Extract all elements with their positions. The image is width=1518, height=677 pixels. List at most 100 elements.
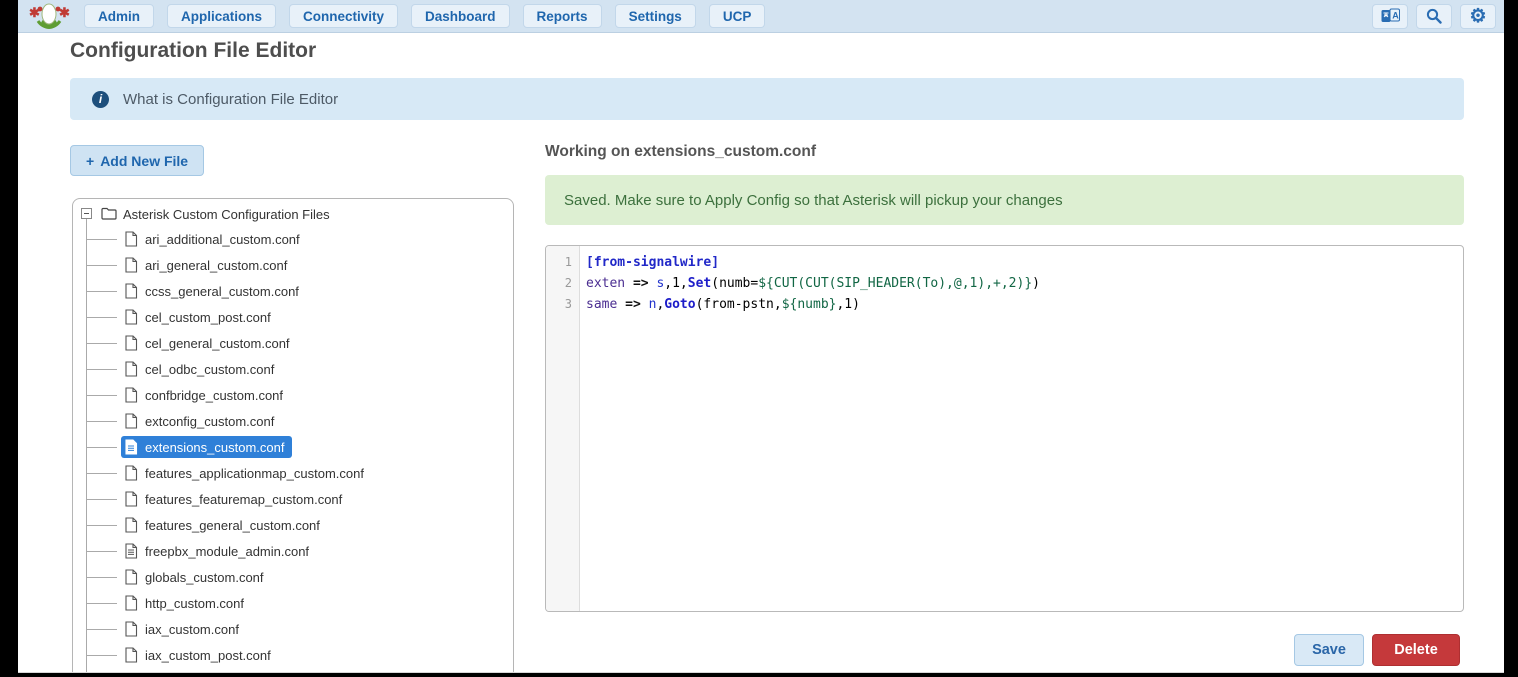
file-icon [124,621,138,637]
nav-item-admin[interactable]: Admin [84,4,154,28]
freepbx-logo-icon[interactable]: ✱ ✱ [28,1,70,31]
nav-item-settings[interactable]: Settings [615,4,696,28]
tree-item-label: globals_custom.conf [145,570,264,585]
tree-item-pill: iax_custom_post.conf [121,644,279,666]
tree-item-pill: features_featuremap_custom.conf [121,488,350,510]
tree-item-pill: ccss_general_custom.conf [121,280,307,302]
tree-item-label: extconfig_custom.conf [145,414,274,429]
code-text-area[interactable]: [from-signalwire]exten => s,1,Set(numb=$… [580,246,1463,611]
line-number: 2 [546,276,579,297]
tree-item-features_general_custom.conf[interactable]: features_general_custom.conf [73,512,513,538]
tree-item-label: ari_general_custom.conf [145,258,287,273]
editor-actions: Save Delete [545,634,1460,666]
tree-item-label: cel_custom_post.conf [145,310,271,325]
file-icon [124,491,138,507]
tree-item-pill: cel_odbc_custom.conf [121,358,282,380]
nav-item-dashboard[interactable]: Dashboard [411,4,510,28]
tree-item-pill: http_custom.conf [121,592,252,614]
tree-item-ari_general_custom.conf[interactable]: ari_general_custom.conf [73,252,513,278]
tree-item-pill: ari_general_custom.conf [121,254,295,276]
tree-item-pill: confbridge_custom.conf [121,384,291,406]
tree-item-pill: globals_custom.conf [121,566,272,588]
tree-item-cel_custom_post.conf[interactable]: cel_custom_post.conf [73,304,513,330]
svg-text:A: A [1392,11,1399,21]
file-icon [124,231,138,247]
info-icon: i [92,91,109,108]
tree-item-label: ari_additional_custom.conf [145,232,300,247]
tree-item-confbridge_custom.conf[interactable]: confbridge_custom.conf [73,382,513,408]
file-text-icon [124,439,138,455]
collapse-expander-icon[interactable] [81,208,92,219]
saved-alert: Saved. Make sure to Apply Config so that… [545,175,1464,225]
line-number: 1 [546,255,579,276]
nav-utility-icons: A ⚙ [1372,4,1496,29]
tree-item-ccss_general_custom.conf[interactable]: ccss_general_custom.conf [73,278,513,304]
file-icon [124,595,138,611]
tree-item-label: confbridge_custom.conf [145,388,283,403]
add-new-file-button[interactable]: + Add New File [70,145,204,176]
tree-item-label: extensions_custom.conf [145,440,284,455]
tree-item-extconfig_custom.conf[interactable]: extconfig_custom.conf [73,408,513,434]
file-icon [124,387,138,403]
tree-item-cel_odbc_custom.conf[interactable]: cel_odbc_custom.conf [73,356,513,382]
delete-button[interactable]: Delete [1372,634,1460,666]
tree-item-globals_custom.conf[interactable]: globals_custom.conf [73,564,513,590]
tree-item-ari_additional_custom.conf[interactable]: ari_additional_custom.conf [73,226,513,252]
bottom-divider [18,672,1504,673]
code-line: exten => s,1,Set(numb=${CUT(CUT(SIP_HEAD… [586,276,1463,297]
save-button[interactable]: Save [1294,634,1364,666]
tree-item-features_featuremap_custom.conf[interactable]: features_featuremap_custom.conf [73,486,513,512]
nav-item-ucp[interactable]: UCP [709,4,766,28]
tree-item-iax_custom.conf[interactable]: iax_custom.conf [73,616,513,642]
tree-item-cel_general_custom.conf[interactable]: cel_general_custom.conf [73,330,513,356]
help-banner-label: What is Configuration File Editor [123,91,338,108]
app-window: ✱ ✱ Admin Applications Connectivity Dashboa… [18,0,1504,673]
code-line: same => n,Goto(from-pstn,${numb},1) [586,297,1463,318]
tree-item-extensions_custom.conf[interactable]: extensions_custom.conf [73,434,513,460]
tree-item-pill: extconfig_custom.conf [121,410,282,432]
tree-item-label: freepbx_module_admin.conf [145,544,309,559]
nav-item-applications[interactable]: Applications [167,4,276,28]
tree-item-iax_custom_post.conf[interactable]: iax_custom_post.conf [73,642,513,668]
file-icon [124,335,138,351]
line-number-gutter: 123 [546,246,580,611]
nav-menu: Admin Applications Connectivity Dashboard Re… [84,4,765,28]
file-icon [124,517,138,533]
config-file-tree-panel: Asterisk Custom Configuration Files ari_… [72,198,514,673]
tree-item-pill: cel_custom_post.conf [121,306,279,328]
file-icon [124,569,138,585]
tree-item-pill: extensions_custom.conf [121,436,292,458]
translate-icon[interactable]: A [1372,4,1408,29]
file-icon [124,465,138,481]
tree-item-pill: cel_general_custom.conf [121,332,298,354]
tree-root-node[interactable]: Asterisk Custom Configuration Files [73,202,513,226]
file-icon [124,413,138,429]
top-navbar: ✱ ✱ Admin Applications Connectivity Dashboa… [18,0,1504,33]
search-icon[interactable] [1416,4,1452,29]
plus-icon: + [86,153,94,169]
tree-item-features_applicationmap_custom.conf[interactable]: features_applicationmap_custom.conf [73,460,513,486]
file-icon [124,361,138,377]
tree-item-label: features_featuremap_custom.conf [145,492,342,507]
saved-alert-text: Saved. Make sure to Apply Config so that… [564,192,1063,209]
tree-item-http_custom.conf[interactable]: http_custom.conf [73,590,513,616]
tree-item-label: features_applicationmap_custom.conf [145,466,364,481]
tree-item-pill: ari_additional_custom.conf [121,228,308,250]
code-line: [from-signalwire] [586,255,1463,276]
help-banner[interactable]: i What is Configuration File Editor [70,78,1464,120]
tree-item-freepbx_module_admin.conf[interactable]: freepbx_module_admin.conf [73,538,513,564]
tree-item-label: cel_general_custom.conf [145,336,290,351]
nav-item-connectivity[interactable]: Connectivity [289,4,398,28]
svg-text:✱: ✱ [59,5,70,20]
nav-item-reports[interactable]: Reports [523,4,602,28]
tree-item-label: features_general_custom.conf [145,518,320,533]
gear-icon[interactable]: ⚙ [1460,4,1496,29]
file-icon [124,257,138,273]
svg-text:✱: ✱ [29,5,40,20]
tree-item-pill: features_applicationmap_custom.conf [121,462,372,484]
tree-item-label: ccss_general_custom.conf [145,284,299,299]
tree-item-label: cel_odbc_custom.conf [145,362,274,377]
line-number: 3 [546,297,579,318]
tree-item-pill: freepbx_module_admin.conf [121,540,317,562]
tree-item-label: iax_custom.conf [145,622,239,637]
